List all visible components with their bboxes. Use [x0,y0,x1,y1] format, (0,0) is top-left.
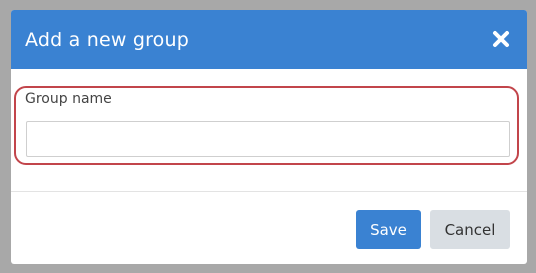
group-name-label: Group name [25,91,112,107]
dialog-header: Add a new group [11,10,527,69]
dialog-body: Group name [11,69,527,192]
dialog-footer: Save Cancel [11,192,527,264]
close-button[interactable] [489,27,513,51]
group-name-input[interactable] [26,121,510,157]
cancel-button[interactable]: Cancel [430,210,510,249]
save-button[interactable]: Save [356,210,421,249]
dialog-title: Add a new group [25,28,189,51]
close-icon [493,30,509,47]
add-group-dialog: Add a new group Group name Save Cancel [11,10,527,264]
